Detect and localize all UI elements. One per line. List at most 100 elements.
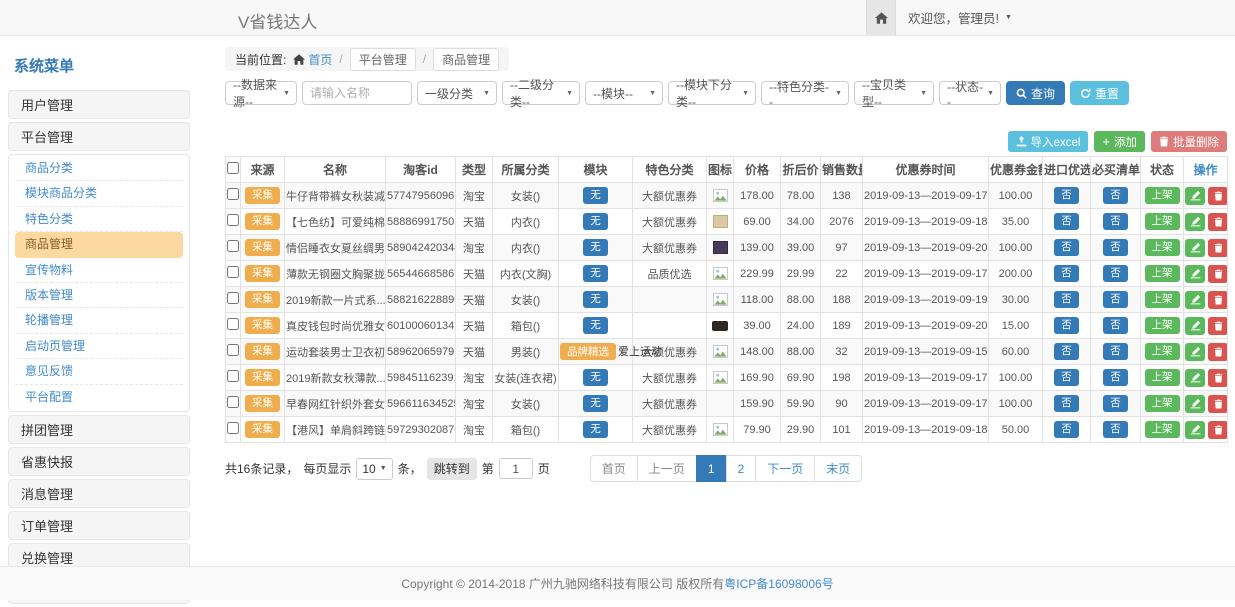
query-button[interactable]: 查询 <box>1006 81 1065 105</box>
filter-select[interactable]: --状态--▼ <box>939 81 1001 105</box>
add-button[interactable]: + 添加 <box>1094 131 1145 152</box>
sidebar-subitem[interactable]: 宣传物料 <box>15 258 183 283</box>
sidebar-item[interactable]: 省惠快报 <box>8 447 190 476</box>
must-buy-toggle[interactable]: 否 <box>1103 395 1128 412</box>
sidebar-item[interactable]: 订单管理 <box>8 511 190 540</box>
page-button-1[interactable]: 1 <box>696 455 727 482</box>
status-toggle[interactable]: 上架 <box>1145 265 1180 282</box>
edit-button[interactable] <box>1185 239 1205 257</box>
import-pref-toggle[interactable]: 否 <box>1054 187 1079 204</box>
delete-button[interactable] <box>1208 369 1228 387</box>
sidebar-subitem[interactable]: 意见反馈 <box>15 359 183 384</box>
last-page-button[interactable]: 末页 <box>814 455 862 482</box>
status-toggle[interactable]: 上架 <box>1145 395 1180 412</box>
select-all-checkbox[interactable] <box>227 162 239 174</box>
must-buy-toggle[interactable]: 否 <box>1103 239 1128 256</box>
import-pref-toggle[interactable]: 否 <box>1054 239 1079 256</box>
delete-button[interactable] <box>1208 343 1228 361</box>
row-checkbox[interactable] <box>227 422 239 434</box>
prev-page-button[interactable]: 上一页 <box>637 455 697 482</box>
status-toggle[interactable]: 上架 <box>1145 187 1180 204</box>
row-checkbox[interactable] <box>227 396 239 408</box>
jump-button[interactable]: 跳转到 <box>427 458 477 480</box>
must-buy-toggle[interactable]: 否 <box>1103 369 1128 386</box>
sidebar-subitem[interactable]: 轮播管理 <box>15 308 183 333</box>
sidebar-item[interactable]: 消息管理 <box>8 479 190 508</box>
edit-button[interactable] <box>1185 291 1205 309</box>
icp-link[interactable]: 粤ICP备16098006号 <box>724 575 833 592</box>
status-toggle[interactable]: 上架 <box>1145 213 1180 230</box>
import-pref-toggle[interactable]: 否 <box>1054 421 1079 438</box>
sidebar-subitem-active[interactable]: 商品管理 <box>15 232 183 257</box>
topbar-home-button[interactable] <box>866 0 896 35</box>
edit-button[interactable] <box>1185 265 1205 283</box>
filter-select[interactable]: --模块下分类--▼ <box>668 81 756 105</box>
import-pref-toggle[interactable]: 否 <box>1054 213 1079 230</box>
edit-button[interactable] <box>1185 213 1205 231</box>
page-number-input[interactable] <box>499 458 533 479</box>
page-button-2[interactable]: 2 <box>726 455 757 482</box>
must-buy-toggle[interactable]: 否 <box>1103 213 1128 230</box>
import-pref-toggle[interactable]: 否 <box>1054 343 1079 360</box>
sidebar-item[interactable]: 平台管理 <box>8 122 190 151</box>
status-toggle[interactable]: 上架 <box>1145 317 1180 334</box>
import-pref-toggle[interactable]: 否 <box>1054 369 1079 386</box>
must-buy-toggle[interactable]: 否 <box>1103 317 1128 334</box>
row-checkbox[interactable] <box>227 292 239 304</box>
search-name-input[interactable] <box>302 81 412 105</box>
status-toggle[interactable]: 上架 <box>1145 421 1180 438</box>
app-title[interactable]: V省钱达人 <box>238 8 317 33</box>
status-toggle[interactable]: 上架 <box>1145 343 1180 360</box>
import-pref-toggle[interactable]: 否 <box>1054 265 1079 282</box>
delete-button[interactable] <box>1208 187 1228 205</box>
row-checkbox[interactable] <box>227 240 239 252</box>
user-menu[interactable]: 欢迎您，管理员! ▼ <box>896 8 1024 27</box>
sidebar-subitem[interactable]: 平台配置 <box>15 385 183 410</box>
delete-button[interactable] <box>1208 317 1228 335</box>
batch-delete-button[interactable]: 批量删除 <box>1151 131 1227 152</box>
edit-button[interactable] <box>1185 421 1205 439</box>
sidebar-subitem[interactable]: 版本管理 <box>15 283 183 308</box>
import-pref-toggle[interactable]: 否 <box>1054 291 1079 308</box>
must-buy-toggle[interactable]: 否 <box>1103 187 1128 204</box>
delete-button[interactable] <box>1208 421 1228 439</box>
first-page-button[interactable]: 首页 <box>590 455 638 482</box>
row-checkbox[interactable] <box>227 344 239 356</box>
import-excel-button[interactable]: 导入excel <box>1008 131 1089 152</box>
next-page-button[interactable]: 下一页 <box>755 455 815 482</box>
must-buy-toggle[interactable]: 否 <box>1103 265 1128 282</box>
delete-button[interactable] <box>1208 395 1228 413</box>
import-pref-toggle[interactable]: 否 <box>1054 317 1079 334</box>
filter-select[interactable]: --模块--▼ <box>585 81 663 105</box>
status-toggle[interactable]: 上架 <box>1145 239 1180 256</box>
delete-button[interactable] <box>1208 213 1228 231</box>
filter-select[interactable]: 一级分类▼ <box>417 81 497 105</box>
edit-button[interactable] <box>1185 317 1205 335</box>
breadcrumb-item-platform[interactable]: 平台管理 <box>350 48 416 71</box>
row-checkbox[interactable] <box>227 266 239 278</box>
sidebar-subitem[interactable]: 特色分类 <box>15 207 183 232</box>
must-buy-toggle[interactable]: 否 <box>1103 343 1128 360</box>
edit-button[interactable] <box>1185 343 1205 361</box>
filter-select[interactable]: --宝贝类型--▼ <box>854 81 934 105</box>
row-checkbox[interactable] <box>227 188 239 200</box>
sidebar-subitem[interactable]: 商品分类 <box>15 156 183 181</box>
sidebar-item[interactable]: 用户管理 <box>8 90 190 119</box>
must-buy-toggle[interactable]: 否 <box>1103 421 1128 438</box>
delete-button[interactable] <box>1208 239 1228 257</box>
sidebar-subitem[interactable]: 启动页管理 <box>15 334 183 359</box>
must-buy-toggle[interactable]: 否 <box>1103 291 1128 308</box>
edit-button[interactable] <box>1185 395 1205 413</box>
sidebar-item[interactable]: 拼团管理 <box>8 415 190 444</box>
delete-button[interactable] <box>1208 265 1228 283</box>
per-page-select[interactable]: 10 ▼ <box>356 458 392 480</box>
status-toggle[interactable]: 上架 <box>1145 291 1180 308</box>
edit-button[interactable] <box>1185 187 1205 205</box>
import-pref-toggle[interactable]: 否 <box>1054 395 1079 412</box>
reset-button[interactable]: 重置 <box>1070 81 1129 105</box>
edit-button[interactable] <box>1185 369 1205 387</box>
filter-select[interactable]: --数据来源--▼ <box>225 81 297 105</box>
status-toggle[interactable]: 上架 <box>1145 369 1180 386</box>
filter-select[interactable]: --特色分类--▼ <box>761 81 849 105</box>
sidebar-subitem[interactable]: 模块商品分类 <box>15 181 183 206</box>
